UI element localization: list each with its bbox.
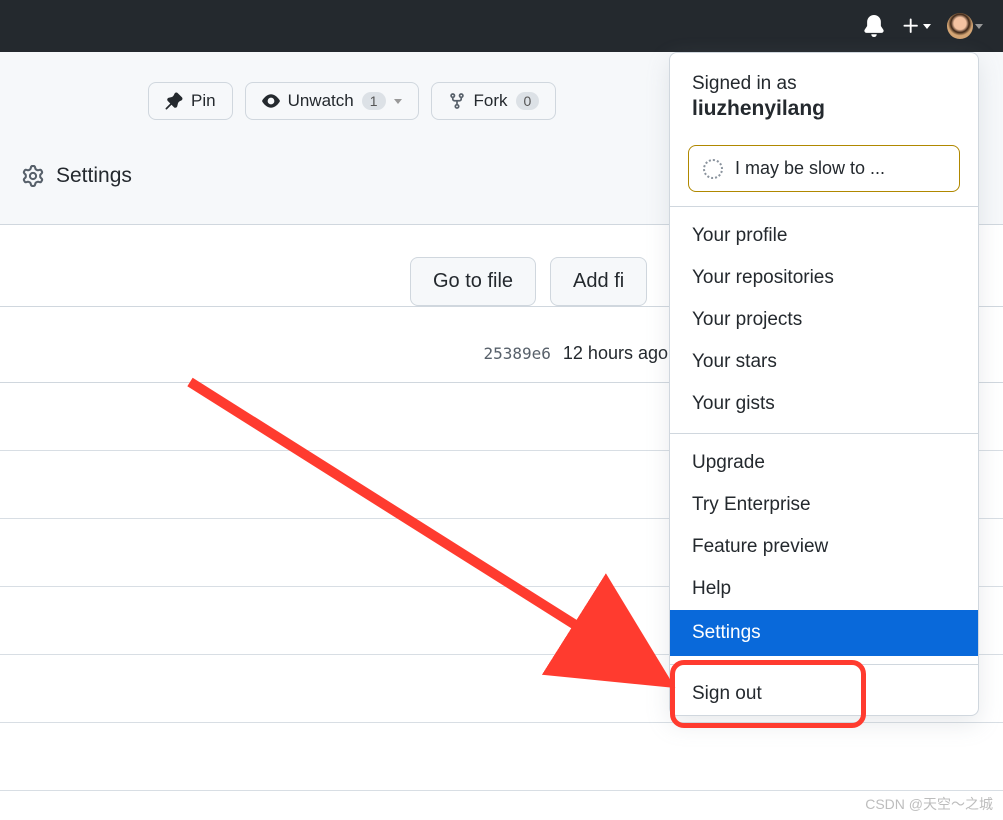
file-row[interactable] xyxy=(0,723,1003,791)
fork-label: Fork xyxy=(474,91,508,111)
pin-label: Pin xyxy=(191,91,216,111)
watermark: CSDN @天空～之城 xyxy=(865,794,993,814)
fork-button[interactable]: Fork 0 xyxy=(431,82,557,120)
top-nav-bar xyxy=(0,0,1003,52)
pin-icon xyxy=(165,92,183,110)
menu-item-your-gists[interactable]: Your gists xyxy=(670,383,978,425)
unwatch-label: Unwatch xyxy=(288,91,354,111)
menu-item-help[interactable]: Help xyxy=(670,568,978,610)
set-status-button[interactable]: I may be slow to ... xyxy=(688,145,960,192)
settings-tab-label: Settings xyxy=(56,164,132,188)
chevron-down-icon xyxy=(394,99,402,104)
divider xyxy=(670,433,978,434)
commit-time: 12 hours ago xyxy=(563,343,668,364)
eye-icon xyxy=(262,92,280,110)
status-text: I may be slow to ... xyxy=(735,158,885,179)
watch-count-badge: 1 xyxy=(362,92,386,110)
chevron-down-icon xyxy=(923,24,931,29)
chevron-down-icon xyxy=(975,24,983,29)
signed-in-prefix: Signed in as xyxy=(692,73,956,95)
menu-item-settings[interactable]: Settings xyxy=(670,610,978,656)
avatar xyxy=(947,13,973,39)
menu-item-try-enterprise[interactable]: Try Enterprise xyxy=(670,484,978,526)
menu-item-sign-out[interactable]: Sign out xyxy=(670,673,978,715)
notifications-bell-icon[interactable] xyxy=(863,15,885,37)
menu-item-feature-preview[interactable]: Feature preview xyxy=(670,526,978,568)
user-avatar-menu[interactable] xyxy=(947,13,983,39)
menu-item-your-profile[interactable]: Your profile xyxy=(670,215,978,257)
fork-icon xyxy=(448,92,466,110)
fork-count-badge: 0 xyxy=(516,92,540,110)
commit-hash[interactable]: 25389e6 xyxy=(483,344,550,363)
menu-item-your-projects[interactable]: Your projects xyxy=(670,299,978,341)
gear-icon xyxy=(22,165,44,187)
user-dropdown-menu: Signed in as liuzhenyilang I may be slow… xyxy=(669,52,979,716)
status-emoji-icon xyxy=(703,159,723,179)
pin-button[interactable]: Pin xyxy=(148,82,233,120)
go-to-file-button[interactable]: Go to file xyxy=(410,257,536,306)
menu-item-your-stars[interactable]: Your stars xyxy=(670,341,978,383)
divider xyxy=(670,206,978,207)
dropdown-header: Signed in as liuzhenyilang xyxy=(670,59,978,137)
add-new-button[interactable] xyxy=(901,16,931,36)
menu-item-upgrade[interactable]: Upgrade xyxy=(670,442,978,484)
unwatch-button[interactable]: Unwatch 1 xyxy=(245,82,419,120)
menu-item-your-repositories[interactable]: Your repositories xyxy=(670,257,978,299)
signed-in-username: liuzhenyilang xyxy=(692,97,956,121)
divider xyxy=(670,664,978,665)
add-file-button[interactable]: Add fi xyxy=(550,257,647,306)
